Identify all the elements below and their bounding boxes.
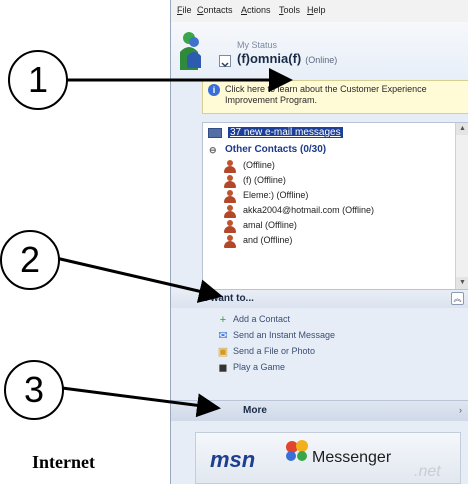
caption: Internet [32,452,95,472]
callout-2: 2 [0,230,60,290]
arrow-2 [55,256,223,303]
arrow-3 [61,386,221,418]
callout-arrows [55,68,293,418]
callout-3: 3 [4,360,64,420]
callout-1: 1 [8,50,68,110]
